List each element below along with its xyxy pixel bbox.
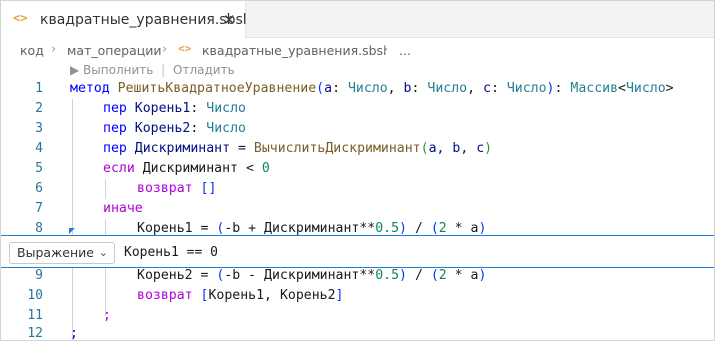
operator: / xyxy=(407,268,431,283)
punct: : xyxy=(411,81,428,96)
line-number: 4 xyxy=(35,141,43,156)
keyword: пер xyxy=(103,141,127,156)
keyword: возврат xyxy=(137,288,193,303)
code-line[interactable]: 12 ; xyxy=(1,324,714,341)
keyword: иначе xyxy=(103,201,143,216)
code-line[interactable]: 4 пер Дискриминант = ВычислитьДискримина… xyxy=(1,139,714,159)
line-number: 2 xyxy=(35,101,43,116)
bracket: ] xyxy=(335,288,344,303)
type-name: Число xyxy=(427,81,468,96)
punct: : xyxy=(190,121,207,136)
chevron-down-icon: ⌄ xyxy=(98,246,108,259)
type-name: Число xyxy=(625,81,666,96)
keyword: возврат xyxy=(137,181,193,196)
args: a, b, c xyxy=(428,141,485,156)
param-name: b xyxy=(403,81,412,96)
breakpoint-marker xyxy=(69,228,75,234)
line-number: 9 xyxy=(35,268,43,283)
code-line[interactable]: 2 пер Корень1: Число xyxy=(1,99,714,119)
code-line[interactable]: 5 если Дискриминант < 0 xyxy=(1,159,714,179)
number: 2 xyxy=(438,221,447,236)
punct: : xyxy=(332,81,348,96)
punct: : xyxy=(490,81,507,96)
variable-name: Корень1 xyxy=(134,101,191,116)
line-number: 1 xyxy=(35,81,43,96)
expression-input[interactable]: Корень1 == 0 xyxy=(124,242,218,264)
number: 2 xyxy=(438,268,447,283)
line-number: 10 xyxy=(27,288,43,303)
line-number: 8 xyxy=(35,221,43,236)
keyword: если xyxy=(103,161,135,176)
operator: = xyxy=(192,221,217,236)
number: 0 xyxy=(261,161,270,176)
expression: * a xyxy=(446,268,479,283)
variable-name: Корень1 xyxy=(137,221,193,236)
punct: : xyxy=(554,81,571,96)
line-number: 12 xyxy=(27,326,43,341)
breakpoint-type-select[interactable]: Выражение ⌄ xyxy=(9,242,115,264)
conditional-breakpoint-widget: Выражение ⌄ Корень1 == 0 xyxy=(1,235,714,268)
code-editor[interactable]: 1 метод РешитьКвадратноеУравнение(a: Чис… xyxy=(1,1,714,341)
select-value: Выражение xyxy=(17,245,94,260)
punct: , xyxy=(387,81,404,96)
number: 0.5 xyxy=(375,268,400,283)
bracket: ) xyxy=(484,141,493,156)
param-name: a xyxy=(324,81,333,96)
editor-window: <> квадратные_уравнения.sbsl ✕ код › мат… xyxy=(0,0,715,341)
function-name: ВычислитьДискриминант xyxy=(253,141,421,156)
variable-name: Дискриминант xyxy=(134,141,231,156)
punct: > xyxy=(665,81,674,96)
function-name: РешитьКвадратноеУравнение xyxy=(117,81,317,96)
bracket: ) xyxy=(399,268,407,283)
number: 0.5 xyxy=(375,221,400,236)
code-line[interactable]: 7 иначе xyxy=(1,199,714,219)
bracket: ( xyxy=(430,268,439,283)
type-name: Число xyxy=(347,81,388,96)
operator: < xyxy=(238,161,262,176)
line-number: 3 xyxy=(35,121,43,136)
bracket: ( xyxy=(430,221,439,236)
code-line[interactable]: 1 метод РешитьКвадратноеУравнение(a: Чис… xyxy=(1,79,714,99)
variable-name: Дискриминант xyxy=(142,161,238,176)
variable-name: Корень2 xyxy=(137,268,193,283)
punct: , xyxy=(467,81,483,96)
punct: : xyxy=(190,101,207,116)
type-name: Число xyxy=(206,121,246,136)
operator: / xyxy=(407,221,431,236)
bracket: ) xyxy=(399,221,407,236)
code-line[interactable]: 11 ; xyxy=(1,306,714,326)
keyword: метод xyxy=(70,81,110,96)
punct: < xyxy=(618,81,626,96)
code-line[interactable]: 10 возврат [Корень1, Корень2] xyxy=(1,286,714,306)
bracket: ( xyxy=(420,141,429,156)
keyword: пер xyxy=(103,121,127,136)
code-line[interactable]: 9 Корень2 = (-b - Дискриминант**0.5) / (… xyxy=(1,266,714,286)
type-name: Число xyxy=(206,101,246,116)
operator: = xyxy=(230,141,254,156)
operator: = xyxy=(192,268,217,283)
bracket: ) xyxy=(478,268,487,283)
bracket: [] xyxy=(200,181,217,196)
variable-name: Корень2 xyxy=(134,121,191,136)
expression: -b + Дискриминант** xyxy=(224,221,376,236)
bracket: ) xyxy=(478,221,487,236)
line-number: 11 xyxy=(27,308,43,323)
punct: ; xyxy=(70,326,78,341)
param-name: c xyxy=(482,81,491,96)
expression: * a xyxy=(446,221,479,236)
punct: ; xyxy=(103,308,111,323)
line-number: 6 xyxy=(35,181,43,196)
keyword: пер xyxy=(103,101,127,116)
bracket: ( xyxy=(316,81,325,96)
type-name: Массив xyxy=(570,81,619,96)
expression: -b - Дискриминант** xyxy=(224,268,376,283)
line-number: 5 xyxy=(35,161,43,176)
expression: Корень1, Корень2 xyxy=(208,288,336,303)
code-line[interactable]: 6 возврат [] xyxy=(1,179,714,199)
type-name: Число xyxy=(506,81,547,96)
line-number: 7 xyxy=(35,201,43,216)
code-line[interactable]: 3 пер Корень2: Число xyxy=(1,119,714,139)
